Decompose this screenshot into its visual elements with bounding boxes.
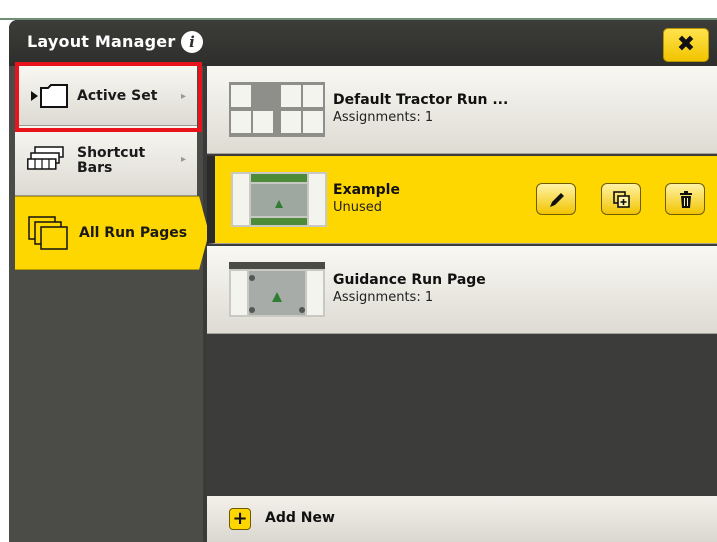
run-page-name: Guidance Run Page	[333, 272, 486, 288]
add-icon[interactable]: +	[229, 508, 251, 530]
highlight-box	[15, 62, 202, 132]
run-page-status: Unused	[333, 200, 383, 215]
run-page-thumbnail	[229, 262, 325, 317]
nav-item-shortcut-bars[interactable]: Shortcut Bars ▸	[15, 126, 197, 196]
run-page-thumbnail	[231, 172, 327, 227]
run-page-thumbnail	[229, 82, 325, 137]
edit-button[interactable]	[536, 183, 576, 215]
pencil-icon	[550, 193, 564, 207]
list-item-selected[interactable]: Example Unused	[207, 156, 717, 244]
frame-top	[0, 0, 717, 20]
list-item[interactable]: Default Tractor Run ... Assignments: 1	[207, 66, 717, 154]
nav-item-label-line2: Bars	[77, 160, 113, 176]
run-page-status: Assignments: 1	[333, 290, 434, 305]
list-item[interactable]: Guidance Run Page Assignments: 1	[207, 246, 717, 334]
nav-item-label: Shortcut Bars	[77, 146, 145, 176]
title-bar: Layout Manager i ✖	[9, 20, 717, 66]
close-button[interactable]: ✖	[663, 28, 709, 62]
stacked-pages-icon	[28, 216, 68, 250]
left-nav: Active Set ▸ Shortcut Bars ▸ All Run Page…	[9, 62, 209, 542]
duplicate-button[interactable]	[601, 183, 641, 215]
nav-item-label: All Run Pages	[79, 225, 188, 241]
layout-manager-window: Layout Manager i ✖ Active Set ▸ Shortcut…	[9, 20, 717, 542]
frame-left	[0, 20, 9, 542]
footer-bar: + Add New	[207, 496, 717, 542]
trash-icon	[680, 191, 692, 208]
run-page-name: Default Tractor Run ...	[333, 92, 509, 108]
chevron-right-icon: ▸	[181, 154, 187, 165]
run-page-list: Default Tractor Run ... Assignments: 1 E…	[207, 66, 717, 496]
nav-item-label-line1: Shortcut	[77, 145, 146, 161]
run-page-status: Assignments: 1	[333, 110, 434, 125]
run-page-name: Example	[333, 182, 400, 198]
shortcut-bars-icon	[27, 146, 64, 170]
add-new-button[interactable]: Add New	[265, 510, 335, 526]
nav-item-all-run-pages[interactable]: All Run Pages	[15, 196, 199, 270]
info-icon[interactable]: i	[181, 31, 203, 53]
delete-button[interactable]	[665, 183, 705, 215]
close-icon: ✖	[676, 32, 696, 57]
duplicate-icon	[613, 191, 630, 208]
window-title: Layout Manager	[27, 32, 176, 51]
